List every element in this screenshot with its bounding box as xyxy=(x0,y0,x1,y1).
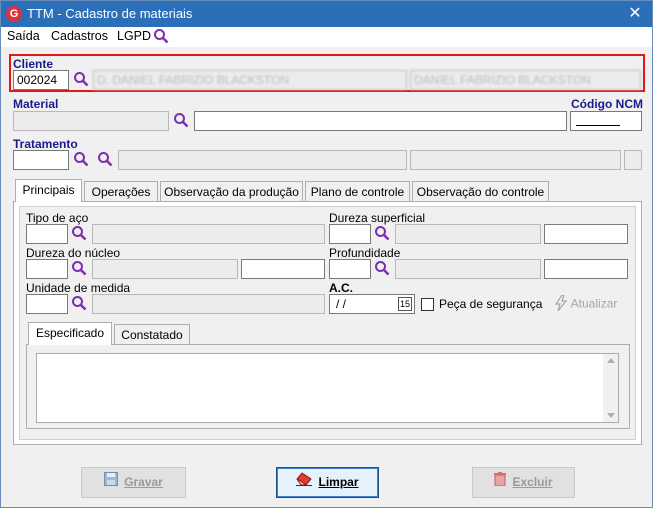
eraser-icon xyxy=(296,468,313,497)
tipo-aco-label: Tipo de aço xyxy=(26,211,89,225)
menu-saida[interactable]: Saída xyxy=(7,29,40,43)
dureza-superficial-input[interactable] xyxy=(329,224,371,244)
dureza-superficial-search-icon[interactable] xyxy=(374,225,392,243)
material-search-icon[interactable] xyxy=(173,112,191,130)
subtab-especificado[interactable]: Especificado xyxy=(28,322,112,345)
dureza-superficial-value[interactable] xyxy=(544,224,628,244)
cliente-code-input[interactable]: 002024 xyxy=(13,70,69,90)
textarea-scrollbar[interactable] xyxy=(603,354,618,422)
profundidade-input[interactable] xyxy=(329,259,371,279)
dureza-nucleo-search-icon[interactable] xyxy=(71,260,89,278)
atualizar-label: Atualizar xyxy=(570,296,618,311)
ac-date-input[interactable]: / / 15 xyxy=(329,294,415,314)
scroll-up-icon[interactable] xyxy=(607,358,615,363)
cliente-search-icon[interactable] xyxy=(73,71,91,89)
tratamento-label: Tratamento xyxy=(13,137,78,151)
dureza-superficial-description xyxy=(395,224,541,244)
tab-observacao-producao[interactable]: Observação da produção xyxy=(160,181,303,202)
limpar-button[interactable]: Limpar xyxy=(276,467,379,498)
tratamento-field-3 xyxy=(624,150,642,170)
limpar-label: Limpar xyxy=(318,475,359,489)
dureza-nucleo-input[interactable] xyxy=(26,259,68,279)
tratamento-field-1 xyxy=(118,150,407,170)
cliente-name-field: D. DANIEL FABRIZIO BLACKSTON xyxy=(93,70,407,90)
subtab-constatado[interactable]: Constatado xyxy=(114,324,190,345)
especificado-textarea[interactable] xyxy=(36,353,619,423)
menu-lgpd[interactable]: LGPD xyxy=(117,29,151,43)
dureza-nucleo-description xyxy=(92,259,238,279)
unidade-medida-label: Unidade de medida xyxy=(26,281,131,295)
calendar-icon[interactable]: 15 xyxy=(398,297,412,311)
tab-observacao-controle[interactable]: Observação do controle xyxy=(412,181,549,202)
peca-seguranca-label: Peça de segurança xyxy=(439,297,543,311)
tab-operacoes[interactable]: Operações xyxy=(84,181,158,202)
floppy-icon xyxy=(104,468,119,497)
menu-cadastros[interactable]: Cadastros xyxy=(51,29,108,43)
tipo-aco-input[interactable] xyxy=(26,224,68,244)
tab-plano-controle[interactable]: Plano de controle xyxy=(305,181,410,202)
material-label: Material xyxy=(13,97,59,111)
atualizar-button[interactable]: Atualizar xyxy=(554,294,618,314)
cliente-label: Cliente xyxy=(13,57,54,71)
unidade-medida-search-icon[interactable] xyxy=(71,295,89,313)
scroll-down-icon[interactable] xyxy=(607,413,615,418)
title-bar: G TTM - Cadastro de materiais ✕ xyxy=(1,1,652,27)
tratamento-search-icon[interactable] xyxy=(73,151,91,169)
tab-principais[interactable]: Principais xyxy=(15,179,82,202)
unidade-medida-input[interactable] xyxy=(26,294,68,314)
ac-date-value: / / xyxy=(336,297,347,311)
ac-label: A.C. xyxy=(329,281,353,295)
close-icon[interactable]: ✕ xyxy=(622,3,648,25)
profundidade-search-icon[interactable] xyxy=(374,260,392,278)
tratamento-code-input[interactable] xyxy=(13,150,69,170)
calendar-day-number: 15 xyxy=(399,299,410,309)
tratamento-field-2 xyxy=(410,150,621,170)
dureza-superficial-label: Dureza superficial xyxy=(329,211,426,225)
codigo-ncm-label: Código NCM xyxy=(571,97,643,111)
tratamento-search2-icon[interactable] xyxy=(97,151,115,169)
tipo-aco-search-icon[interactable] xyxy=(71,225,89,243)
trash-icon xyxy=(494,468,507,497)
lightning-icon xyxy=(554,294,568,314)
ncm-mask-line xyxy=(576,125,620,126)
excluir-button[interactable]: Excluir xyxy=(472,467,575,498)
profundidade-value[interactable] xyxy=(544,259,628,279)
dureza-nucleo-label: Dureza do núcleo xyxy=(26,246,121,260)
profundidade-label: Profundidade xyxy=(329,246,401,260)
gravar-label: Gravar xyxy=(124,475,163,489)
material-description-input[interactable] xyxy=(194,111,567,131)
menu-search-icon[interactable] xyxy=(153,28,171,46)
menu-bar: Saída Cadastros LGPD xyxy=(1,27,652,47)
dureza-nucleo-value[interactable] xyxy=(241,259,325,279)
tipo-aco-description xyxy=(92,224,325,244)
main-window: G TTM - Cadastro de materiais ✕ Saída Ca… xyxy=(0,0,653,508)
window-title: TTM - Cadastro de materiais xyxy=(27,6,193,21)
codigo-ncm-input[interactable] xyxy=(570,111,642,131)
gravar-button[interactable]: Gravar xyxy=(81,467,186,498)
profundidade-description xyxy=(395,259,541,279)
excluir-label: Excluir xyxy=(512,475,553,489)
peca-seguranca-checkbox[interactable] xyxy=(421,298,434,311)
app-logo-icon: G xyxy=(6,6,22,22)
cliente-name2-field: DANIEL FABRIZIO BLACKSTON xyxy=(410,70,641,90)
material-code-input[interactable] xyxy=(13,111,169,131)
unidade-medida-description xyxy=(92,294,325,314)
